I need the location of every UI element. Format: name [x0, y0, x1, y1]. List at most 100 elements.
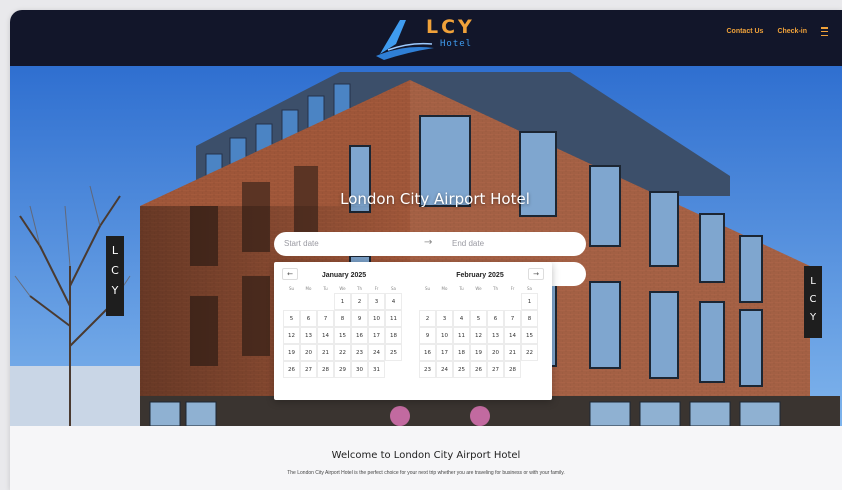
weekday-label: Sa	[527, 286, 532, 291]
day-cell[interactable]: 31	[368, 361, 385, 378]
weekday-label: Fr	[374, 286, 379, 291]
empty-day-cell	[487, 293, 504, 310]
day-cell[interactable]: 14	[317, 327, 334, 344]
day-cell[interactable]: 10	[436, 327, 453, 344]
day-cell[interactable]: 3	[436, 310, 453, 327]
weekday-row: Su Mo Tu We Th Fr Sa	[419, 284, 546, 293]
start-date-field[interactable]: Start date	[284, 239, 319, 248]
weekday-label: Th	[493, 286, 498, 291]
site-logo[interactable]: LCY Hotel	[374, 14, 494, 62]
hero-title: London City Airport Hotel	[340, 190, 530, 208]
svg-text:L: L	[810, 276, 816, 287]
day-cell[interactable]: 1	[334, 293, 351, 310]
day-grid: 1 2 3 4 5 6 7 8 9 10 11 12 13 14 15 16 17 18 19 20 21 22 23 24 2…	[419, 293, 546, 378]
weekday-row: Su Mo Tu We Th Fr Sa	[283, 284, 410, 293]
day-cell[interactable]: 5	[470, 310, 487, 327]
day-cell[interactable]: 15	[521, 327, 538, 344]
day-cell[interactable]: 13	[487, 327, 504, 344]
day-cell[interactable]: 21	[504, 344, 521, 361]
day-cell[interactable]: 22	[521, 344, 538, 361]
day-cell[interactable]: 13	[300, 327, 317, 344]
empty-day-cell	[504, 293, 521, 310]
day-cell[interactable]: 19	[283, 344, 300, 361]
day-cell[interactable]: 28	[504, 361, 521, 378]
day-cell[interactable]: 7	[504, 310, 521, 327]
day-cell[interactable]: 25	[453, 361, 470, 378]
day-cell[interactable]: 17	[436, 344, 453, 361]
day-cell[interactable]: 6	[300, 310, 317, 327]
weekday-label: Tu	[323, 286, 328, 291]
day-cell[interactable]: 24	[436, 361, 453, 378]
day-cell[interactable]: 4	[385, 293, 402, 310]
day-cell[interactable]: 10	[368, 310, 385, 327]
day-cell[interactable]: 18	[385, 327, 402, 344]
menu-icon[interactable]	[821, 27, 828, 36]
nav-check-in[interactable]: Check-in	[777, 28, 807, 35]
day-cell[interactable]: 4	[453, 310, 470, 327]
welcome-heading: Welcome to London City Airport Hotel	[331, 450, 521, 461]
logo-subtext: Hotel	[440, 39, 473, 49]
day-cell[interactable]: 3	[368, 293, 385, 310]
day-cell[interactable]: 23	[419, 361, 436, 378]
day-cell[interactable]: 11	[453, 327, 470, 344]
day-cell[interactable]: 24	[368, 344, 385, 361]
day-cell[interactable]: 20	[300, 344, 317, 361]
day-cell[interactable]: 9	[419, 327, 436, 344]
welcome-section: Welcome to London City Airport Hotel The…	[10, 426, 842, 490]
main-nav: Contact Us Check-in	[726, 27, 828, 36]
day-cell[interactable]: 15	[334, 327, 351, 344]
day-cell[interactable]: 29	[334, 361, 351, 378]
day-cell[interactable]: 26	[470, 361, 487, 378]
day-cell[interactable]: 9	[351, 310, 368, 327]
nav-contact-us[interactable]: Contact Us	[726, 28, 763, 35]
day-cell[interactable]: 18	[453, 344, 470, 361]
weekday-label: We	[339, 286, 346, 291]
day-cell[interactable]: 25	[385, 344, 402, 361]
day-cell[interactable]: 12	[283, 327, 300, 344]
month-title: February 2025	[456, 272, 504, 279]
day-cell[interactable]: 5	[283, 310, 300, 327]
weekday-label: Mo	[441, 286, 448, 291]
day-cell[interactable]: 2	[419, 310, 436, 327]
day-cell[interactable]: 28	[317, 361, 334, 378]
day-cell[interactable]: 27	[300, 361, 317, 378]
day-cell[interactable]: 27	[487, 361, 504, 378]
day-cell[interactable]: 8	[334, 310, 351, 327]
hero-section: L C Y L C Y London City Airport Hotel St…	[10, 66, 842, 426]
day-cell[interactable]: 6	[487, 310, 504, 327]
day-grid: 1 2 3 4 5 6 7 8 9 10 11 12 13 14 15 16 17 18 19 20 21 22 23 24 2…	[283, 293, 410, 378]
day-cell[interactable]: 16	[351, 327, 368, 344]
empty-day-cell	[300, 293, 317, 310]
day-cell[interactable]: 19	[470, 344, 487, 361]
day-cell[interactable]: 12	[470, 327, 487, 344]
calendar-month-february: February 2025 Su Mo Tu We Th Fr Sa 1 2 3 4 5 6 7 8 9 10…	[414, 266, 546, 378]
weekday-label: We	[475, 286, 482, 291]
calendar-month-january: January 2025 Su Mo Tu We Th Fr Sa 1 2 3 4 5 6 7 8 9 10 1…	[278, 266, 410, 378]
day-cell[interactable]: 30	[351, 361, 368, 378]
day-cell[interactable]: 22	[334, 344, 351, 361]
day-cell[interactable]: 17	[368, 327, 385, 344]
weekday-label: Tu	[459, 286, 464, 291]
day-cell[interactable]: 2	[351, 293, 368, 310]
weekday-label: Sa	[391, 286, 396, 291]
logo-text: LCY	[426, 16, 475, 38]
day-cell[interactable]: 16	[419, 344, 436, 361]
day-cell[interactable]: 20	[487, 344, 504, 361]
site-header: LCY Hotel Contact Us Check-in	[10, 10, 842, 66]
svg-text:L: L	[112, 244, 119, 257]
svg-text:C: C	[111, 264, 119, 277]
svg-text:C: C	[810, 294, 817, 305]
day-cell[interactable]: 11	[385, 310, 402, 327]
weekday-label: Mo	[305, 286, 312, 291]
date-picker-popup: ← → January 2025 Su Mo Tu We Th Fr Sa 12345678…	[274, 262, 552, 400]
day-cell[interactable]: 14	[504, 327, 521, 344]
day-cell[interactable]: 8	[521, 310, 538, 327]
day-cell[interactable]: 1	[521, 293, 538, 310]
day-cell[interactable]: 21	[317, 344, 334, 361]
guests-input[interactable]	[550, 262, 586, 286]
end-date-field[interactable]: End date	[452, 239, 484, 248]
day-cell[interactable]: 26	[283, 361, 300, 378]
day-cell[interactable]: 7	[317, 310, 334, 327]
day-cell[interactable]: 23	[351, 344, 368, 361]
date-range-input[interactable]: Start date → End date	[274, 232, 586, 256]
